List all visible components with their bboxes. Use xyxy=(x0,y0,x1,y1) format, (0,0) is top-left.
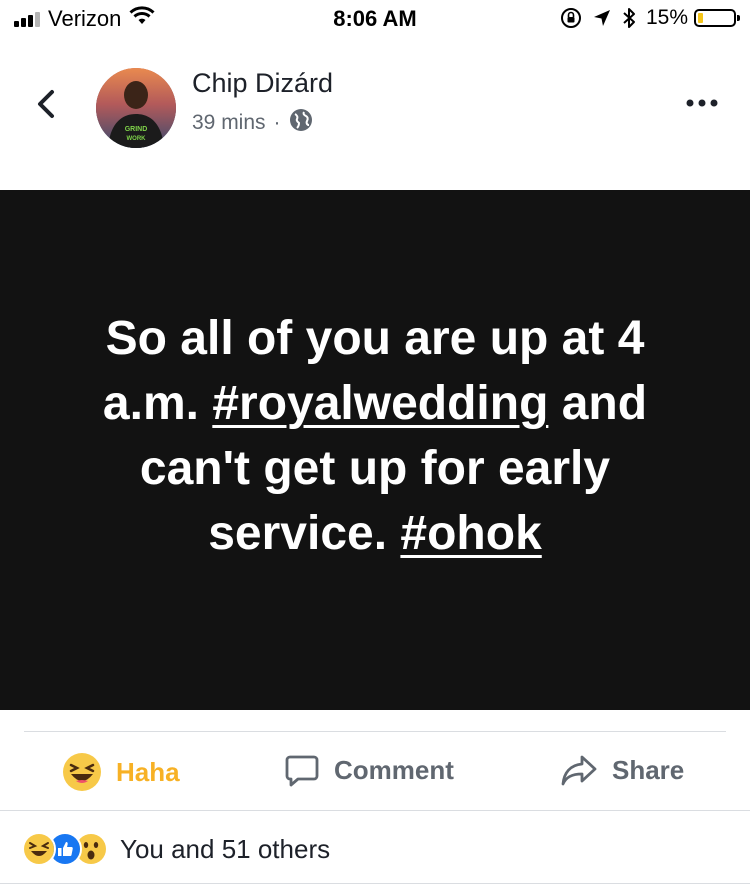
share-label: Share xyxy=(612,754,685,785)
post-meta: 39 mins · xyxy=(192,108,313,138)
avatar-photo: GRIND WORK xyxy=(96,68,176,148)
rotation-lock-icon xyxy=(560,7,582,29)
more-dots-icon xyxy=(686,99,718,107)
share-button[interactable]: Share xyxy=(560,752,684,788)
post-text: So all of you are up at 4 a.m. #royalwed… xyxy=(55,306,695,566)
battery-percent: 15% xyxy=(645,6,688,29)
post-timestamp[interactable]: 39 mins xyxy=(192,111,266,135)
reaction-count-text: You and 51 others xyxy=(120,833,331,864)
haha-label: Haha xyxy=(116,756,180,787)
share-icon xyxy=(561,755,597,786)
more-options-button[interactable] xyxy=(684,96,720,110)
back-button[interactable] xyxy=(28,84,64,124)
reactions-bottom-divider xyxy=(0,883,750,884)
avatar[interactable]: GRIND WORK xyxy=(96,68,176,148)
status-bar: Verizon 8:06 AM 15% xyxy=(0,0,750,40)
avatar-shirt-text-2: WORK xyxy=(127,136,147,142)
haha-icon xyxy=(63,753,101,791)
haha-reaction-icon xyxy=(22,832,56,866)
hashtag-ohok[interactable]: #ohok xyxy=(400,507,541,560)
post-header: GRIND WORK Chip Dizárd 39 mins · xyxy=(0,40,750,190)
avatar-shirt-text-1: GRIND xyxy=(125,126,148,133)
bluetooth-icon xyxy=(622,7,636,29)
chevron-left-icon xyxy=(38,90,54,118)
author-name[interactable]: Chip Dizárd xyxy=(192,68,333,99)
location-icon xyxy=(592,8,612,28)
reaction-icons xyxy=(22,832,108,866)
post-actions-bar: Haha Comment Share xyxy=(0,732,750,810)
haha-button[interactable]: Haha xyxy=(62,752,180,792)
battery-icon xyxy=(694,9,740,27)
comment-icon xyxy=(285,755,319,787)
status-icons-group: 15% xyxy=(560,6,740,30)
comment-button[interactable]: Comment xyxy=(284,752,454,788)
post-content[interactable]: So all of you are up at 4 a.m. #royalwed… xyxy=(0,190,750,710)
comment-label: Comment xyxy=(334,754,454,785)
actions-bottom-divider xyxy=(0,810,750,811)
globe-icon xyxy=(289,108,313,138)
meta-separator: · xyxy=(273,111,281,134)
reactions-summary[interactable]: You and 51 others xyxy=(22,832,330,866)
hashtag-royalwedding[interactable]: #royalwedding xyxy=(212,377,548,430)
